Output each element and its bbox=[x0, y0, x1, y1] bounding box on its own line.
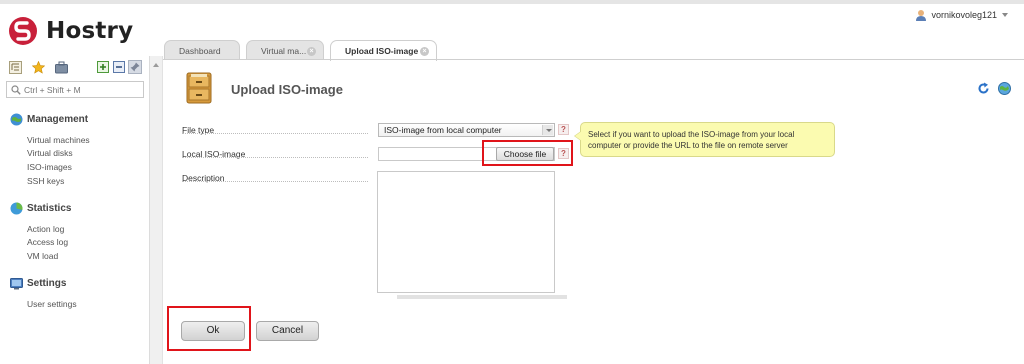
tab-label: Dashboard bbox=[179, 45, 221, 56]
sidebar-item-virtual-disks[interactable]: Virtual disks bbox=[27, 148, 73, 158]
tab-dashboard[interactable]: Dashboard bbox=[164, 40, 240, 60]
chevron-down-icon bbox=[1002, 13, 1008, 17]
management-icon bbox=[10, 113, 23, 126]
file-type-select[interactable]: ISO-image from local computer bbox=[378, 123, 555, 137]
description-textarea[interactable] bbox=[377, 171, 555, 293]
settings-icon bbox=[10, 278, 23, 290]
cancel-button[interactable]: Cancel bbox=[256, 321, 319, 341]
globe-icon[interactable] bbox=[998, 82, 1011, 95]
tab-divider bbox=[163, 59, 1024, 60]
collapse-up-icon[interactable] bbox=[153, 63, 159, 67]
help-tooltip: Select if you want to upload the ISO-ima… bbox=[574, 122, 835, 157]
label-leader bbox=[182, 133, 368, 134]
refresh-icon[interactable] bbox=[977, 82, 990, 95]
tree-icon[interactable] bbox=[8, 60, 22, 74]
brand-name: Hostry bbox=[46, 18, 134, 44]
file-type-value: ISO-image from local computer bbox=[384, 125, 502, 135]
sidebar-item-action-log[interactable]: Action log bbox=[27, 224, 64, 234]
top-strip bbox=[0, 0, 1024, 4]
sidebar-item-ssh-keys[interactable]: SSH keys bbox=[27, 176, 64, 186]
search-input[interactable] bbox=[24, 83, 142, 96]
user-icon bbox=[916, 10, 927, 21]
help-icon[interactable]: ? bbox=[558, 124, 569, 135]
close-icon[interactable]: × bbox=[420, 47, 429, 56]
section-management[interactable]: Management bbox=[10, 113, 88, 126]
cabinet-icon bbox=[186, 72, 212, 104]
search-icon bbox=[11, 85, 21, 95]
highlight-box bbox=[167, 306, 251, 351]
chevron-down-icon bbox=[542, 125, 553, 135]
section-settings[interactable]: Settings bbox=[10, 277, 66, 290]
label-leader bbox=[182, 181, 368, 182]
highlight-box bbox=[482, 140, 573, 166]
star-icon[interactable] bbox=[31, 60, 45, 74]
sidebar-item-access-log[interactable]: Access log bbox=[27, 237, 68, 247]
sidebar-splitter[interactable] bbox=[149, 56, 163, 364]
statistics-icon bbox=[10, 202, 23, 215]
tab-label: Virtual ma... bbox=[261, 45, 307, 56]
sidebar-item-user-settings[interactable]: User settings bbox=[27, 299, 77, 309]
tab-upload-iso-image[interactable]: Upload ISO-image × bbox=[330, 40, 437, 61]
tab-virtual-machines[interactable]: Virtual ma... × bbox=[246, 40, 324, 60]
sidebar-search[interactable] bbox=[6, 81, 144, 98]
textarea-resize-bar[interactable] bbox=[397, 295, 567, 299]
section-title: Statistics bbox=[27, 203, 72, 214]
pin-icon[interactable] bbox=[128, 60, 142, 74]
tab-label: Upload ISO-image bbox=[345, 46, 419, 56]
collapse-icon[interactable] bbox=[112, 60, 126, 74]
hostry-logo-icon bbox=[9, 17, 37, 45]
user-name: vornikovoleg121 bbox=[931, 10, 997, 20]
close-icon[interactable]: × bbox=[307, 47, 316, 56]
logo[interactable]: Hostry bbox=[8, 16, 133, 46]
label-leader bbox=[182, 157, 368, 158]
sidebar-item-iso-images[interactable]: ISO-images bbox=[27, 162, 72, 172]
user-menu[interactable]: vornikovoleg121 bbox=[915, 9, 1008, 21]
section-title: Settings bbox=[27, 278, 67, 289]
section-statistics[interactable]: Statistics bbox=[10, 202, 71, 215]
sidebar: Management Virtual machines Virtual disk… bbox=[0, 56, 149, 364]
sidebar-item-vm-load[interactable]: VM load bbox=[27, 251, 58, 261]
briefcase-icon[interactable] bbox=[54, 60, 68, 74]
section-title: Management bbox=[27, 114, 89, 125]
expand-icon[interactable] bbox=[96, 60, 110, 74]
sidebar-toolbar bbox=[8, 60, 144, 76]
page-title: Upload ISO-image bbox=[231, 82, 343, 97]
sidebar-item-virtual-machines[interactable]: Virtual machines bbox=[27, 135, 90, 145]
